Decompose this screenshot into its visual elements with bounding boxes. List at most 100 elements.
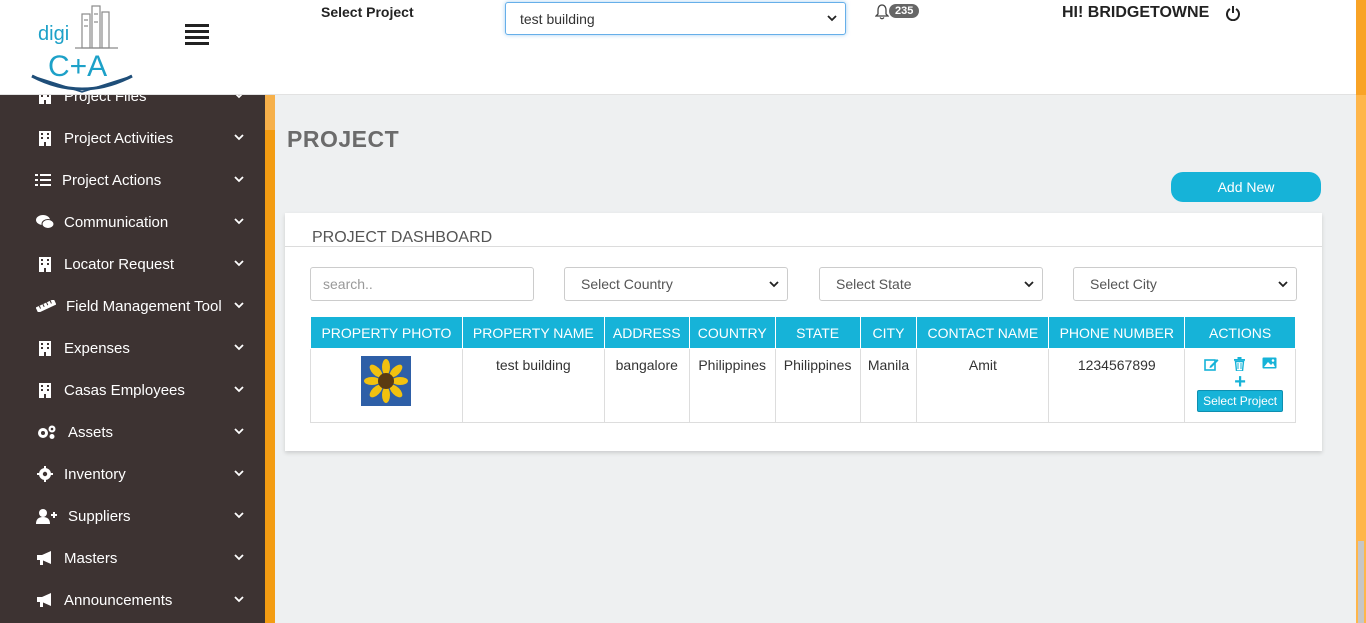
column-header[interactable]: STATE — [774, 316, 861, 349]
column-header[interactable]: COUNTRY — [688, 316, 776, 349]
svg-text:C+A: C+A — [48, 50, 107, 83]
country-select-value: Select Country — [581, 276, 673, 292]
sidebar-orange-edge-light — [265, 95, 275, 130]
list-check-icon — [34, 172, 52, 188]
sidebar-item-project-files[interactable]: Project Files — [0, 95, 265, 117]
chevron-down-icon — [234, 512, 244, 519]
state-select[interactable]: Select State — [819, 267, 1043, 301]
sidebar-item-project-actions[interactable]: Project Actions — [0, 159, 265, 201]
sidebar: Project Files Project Activities Project… — [0, 95, 265, 623]
chevron-down-icon — [769, 280, 779, 287]
comments-icon — [36, 214, 54, 230]
column-header[interactable]: ADDRESS — [603, 316, 690, 349]
chevron-down-icon — [235, 95, 243, 99]
sidebar-item-label: Assets — [68, 423, 114, 441]
power-icon[interactable] — [1225, 5, 1241, 21]
building-icon — [36, 382, 54, 398]
property-photo-cell — [310, 348, 463, 423]
app-logo[interactable]: digi C+A — [28, 2, 136, 94]
column-header: ACTIONS — [1184, 316, 1296, 349]
contact-name-cell: Amit — [916, 348, 1050, 423]
select-project-label: Select Project — [321, 4, 414, 20]
chevron-down-icon — [234, 344, 244, 351]
building-icon — [36, 95, 54, 104]
sidebar-item-announcements[interactable]: Announcements — [0, 579, 265, 621]
sidebar-item-label: Project Actions — [62, 171, 162, 189]
ruler-icon — [36, 298, 56, 314]
add-new-button[interactable]: Add New — [1171, 172, 1321, 202]
building-icon — [36, 130, 54, 146]
table-row: test building bangalore Philippines Phil… — [310, 348, 1296, 423]
page-title: PROJECT — [287, 126, 400, 152]
select-project-button[interactable]: Select Project — [1197, 390, 1284, 412]
sidebar-item-inventory[interactable]: Inventory — [0, 453, 265, 495]
country-cell: Philippines — [688, 348, 776, 423]
add-icon[interactable]: + — [1185, 372, 1295, 392]
sidebar-item-label: Masters — [64, 549, 118, 567]
sidebar-item-expenses[interactable]: Expenses — [0, 327, 265, 369]
sidebar-item-label: Project Activities — [64, 129, 174, 147]
user-greeting: HI! BRIDGETOWNE — [1062, 4, 1210, 21]
sidebar-item-label: Inventory — [64, 465, 126, 483]
search-input[interactable]: search.. — [310, 267, 534, 301]
sidebar-item-label: Suppliers — [68, 507, 131, 525]
chevron-down-icon — [1278, 280, 1288, 287]
chevron-down-icon — [234, 428, 244, 435]
sidebar-item-field-management-tool[interactable]: Field Management Tool — [0, 285, 265, 327]
scrollbar-thumb[interactable] — [1358, 541, 1364, 623]
trash-icon[interactable] — [1233, 357, 1248, 371]
edit-icon[interactable] — [1203, 357, 1219, 371]
svg-text:digi: digi — [38, 23, 69, 45]
chevron-down-icon — [1024, 280, 1034, 287]
property-photo[interactable] — [361, 356, 412, 406]
dashboard-title: PROJECT DASHBOARD — [312, 229, 493, 246]
notification-badge[interactable]: 235 — [889, 4, 920, 18]
top-header: digi C+A Select Project test building 23… — [0, 0, 1366, 95]
projects-table: PROPERTY PHOTO PROPERTY NAME ADDRESS COU… — [310, 316, 1296, 423]
chevron-down-icon — [234, 386, 244, 393]
property-name-cell: test building — [461, 348, 605, 423]
table-header-row: PROPERTY PHOTO PROPERTY NAME ADDRESS COU… — [310, 316, 1296, 349]
project-select[interactable]: test building — [505, 2, 846, 35]
sidebar-item-label: Announcements — [64, 591, 173, 609]
country-select[interactable]: Select Country — [564, 267, 788, 301]
sidebar-item-project-activities[interactable]: Project Activities — [0, 117, 265, 159]
phone-number-cell: 1234567899 — [1048, 348, 1186, 423]
chevron-down-icon — [234, 134, 244, 141]
column-header[interactable]: PROPERTY PHOTO — [310, 316, 463, 349]
city-select[interactable]: Select City — [1073, 267, 1297, 301]
column-header[interactable]: CONTACT NAME — [916, 316, 1050, 349]
building-icon — [36, 256, 54, 272]
chevron-down-icon — [234, 176, 244, 183]
chevron-down-icon — [234, 470, 244, 477]
project-dashboard-card: PROJECT DASHBOARD search.. Select Countr… — [285, 213, 1322, 451]
gear-icon — [36, 466, 54, 482]
bell-icon[interactable] — [875, 4, 889, 20]
sidebar-item-label: Expenses — [64, 339, 130, 357]
state-cell: Philippines — [774, 348, 861, 423]
column-header[interactable]: PHONE NUMBER — [1048, 316, 1186, 349]
user-plus-icon — [36, 508, 58, 524]
sidebar-item-casas-employees[interactable]: Casas Employees — [0, 369, 265, 411]
sidebar-item-label: Field Management Tool — [66, 297, 222, 315]
address-cell: bangalore — [603, 348, 690, 423]
menu-toggle-icon[interactable] — [185, 24, 209, 46]
bullhorn-icon — [36, 592, 54, 608]
actions-cell: + Select Project — [1184, 348, 1296, 423]
chevron-down-icon — [827, 15, 837, 22]
sidebar-item-suppliers[interactable]: Suppliers — [0, 495, 265, 537]
chevron-down-icon — [234, 218, 244, 225]
sidebar-item-assets[interactable]: Assets — [0, 411, 265, 453]
bullhorn-icon — [36, 550, 54, 566]
city-cell: Manila — [859, 348, 918, 423]
chevron-down-icon — [234, 260, 244, 267]
chevron-down-icon — [234, 302, 244, 309]
column-header[interactable]: CITY — [859, 316, 918, 349]
column-header[interactable]: PROPERTY NAME — [461, 316, 605, 349]
chevron-down-icon — [234, 596, 244, 603]
sidebar-item-masters[interactable]: Masters — [0, 537, 265, 579]
image-icon[interactable] — [1262, 357, 1277, 371]
sidebar-item-locator-request[interactable]: Locator Request — [0, 243, 265, 285]
sidebar-item-communication[interactable]: Communication — [0, 201, 265, 243]
cogs-icon — [36, 424, 58, 440]
